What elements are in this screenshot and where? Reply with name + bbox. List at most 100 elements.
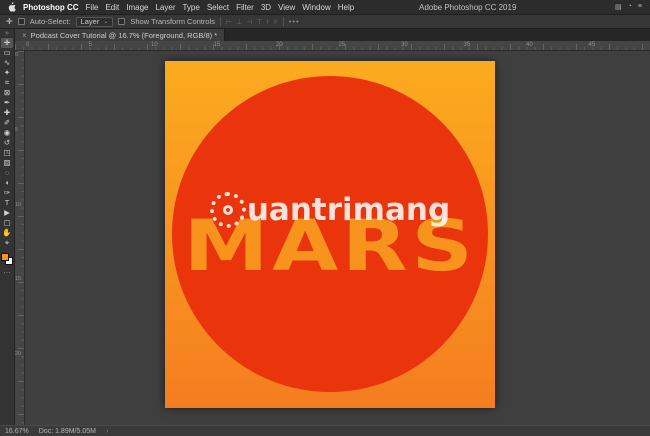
horizontal-ruler[interactable]: 051015202530354045 [15, 41, 650, 51]
type-tool[interactable]: T [1, 198, 13, 208]
gradient-tool[interactable]: ▨ [1, 158, 13, 168]
distribute-options-button[interactable]: ••• [289, 17, 300, 26]
status-bar: 16.67% Doc: 1.89M/5.05M › [0, 425, 650, 436]
auto-select-checkbox[interactable] [18, 18, 25, 25]
ruler-number: 40 [525, 41, 588, 50]
quantrimang-watermark: uantrimang [165, 192, 495, 228]
auto-select-target-dropdown[interactable]: Layer ⌄ [76, 17, 114, 27]
window-title: Adobe Photoshop CC 2019 [419, 3, 516, 12]
quick-selection-tool[interactable]: ✦ [1, 68, 13, 78]
tab-close-icon[interactable]: × [22, 31, 27, 40]
logo-inner-circle [223, 205, 233, 215]
menu-item[interactable]: Select [207, 3, 229, 12]
history-brush-tool[interactable]: ↺ [1, 138, 13, 148]
tool-bar: » ✛▭∿✦⌗⊠✒✚✐◉↺◳▨◌◖✑T▶▢✋⌖ ⋯ [0, 29, 15, 425]
quantrimang-logo-icon [210, 192, 246, 228]
ruler-number: 5 [88, 41, 151, 50]
watermark-text: uantrimang [247, 192, 450, 228]
menu-extra-icon[interactable]: ◔ [628, 3, 632, 11]
document-window: × Podcast Cover Tutorial @ 16.7% (Foregr… [15, 29, 650, 425]
zoom-level-field[interactable]: 16.67% [5, 428, 29, 435]
align-icon[interactable]: ⊧ [274, 18, 278, 26]
menu-item[interactable]: Edit [105, 3, 119, 12]
show-transform-label: Show Transform Controls [130, 17, 215, 26]
path-selection-tool[interactable]: ▶ [1, 208, 13, 218]
pen-tool[interactable]: ✑ [1, 188, 13, 198]
menu-item[interactable]: Window [302, 3, 330, 12]
show-transform-checkbox[interactable] [118, 18, 125, 25]
menu-extra-icon[interactable]: ≡ [638, 3, 642, 11]
eyedropper-tool[interactable]: ✒ [1, 98, 13, 108]
menu-item[interactable]: Filter [236, 3, 254, 12]
menu-bar: Photoshop CC File Edit Image Layer Type Selec… [0, 0, 650, 14]
menu-item[interactable]: Image [126, 3, 148, 12]
move-tool[interactable]: ✛ [1, 38, 13, 48]
doc-size-info: Doc: 1.89M/5.05M [39, 428, 96, 435]
align-icon[interactable]: ⊢ [226, 18, 232, 26]
menu-extras: ▤ ◔ ≡ [615, 3, 642, 11]
healing-brush-tool[interactable]: ✚ [1, 108, 13, 118]
ruler-number: 15 [15, 275, 24, 350]
frame-tool[interactable]: ⊠ [1, 88, 13, 98]
eraser-tool[interactable]: ◳ [1, 148, 13, 158]
current-tool-icon[interactable]: ✛ [6, 17, 13, 26]
color-swatches [1, 253, 13, 265]
document-canvas[interactable]: MARS uantrimang [165, 61, 495, 408]
options-divider [283, 17, 284, 26]
ruler-number: 30 [400, 41, 463, 50]
vertical-ruler-numbers: 05101520 [15, 51, 24, 425]
horizontal-ruler-numbers: 051015202530354045 [25, 41, 650, 50]
photoshop-window: Photoshop CC File Edit Image Layer Type Selec… [0, 0, 650, 436]
ruler-number: 10 [15, 201, 24, 276]
ruler-number: 20 [15, 350, 24, 425]
align-icon[interactable]: ⊦ [266, 18, 270, 26]
ruler-number: 45 [588, 41, 650, 50]
ruler-number: 0 [25, 41, 88, 50]
options-bar: ✛ Auto-Select: Layer ⌄ Show Transform Co… [0, 14, 650, 29]
document-tab[interactable]: × Podcast Cover Tutorial @ 16.7% (Foregr… [15, 29, 225, 41]
crop-tool[interactable]: ⌗ [1, 78, 13, 88]
align-icon[interactable]: ⊥ [236, 18, 242, 26]
menu-item[interactable]: Help [338, 3, 354, 12]
align-icon[interactable]: ⊣ [246, 18, 252, 26]
dodge-tool[interactable]: ◖ [1, 178, 13, 188]
align-icon[interactable]: ⊤ [256, 18, 262, 26]
menu-item[interactable]: 3D [261, 3, 271, 12]
workspace: » ✛▭∿✦⌗⊠✒✚✐◉↺◳▨◌◖✑T▶▢✋⌖ ⋯ × Podcast Cove… [0, 29, 650, 425]
canvas-area[interactable]: MARS uantrimang [25, 51, 650, 425]
ruler-number: 0 [15, 51, 24, 126]
main-area: » ✛▭∿✦⌗⊠✒✚✐◉↺◳▨◌◖✑T▶▢✋⌖ ⋯ × Podcast Cove… [0, 29, 650, 436]
zoom-tool[interactable]: ⌖ [1, 238, 13, 248]
menu-item[interactable]: Layer [155, 3, 175, 12]
app-menu[interactable]: Photoshop CC [23, 3, 79, 12]
lasso-tool[interactable]: ∿ [1, 58, 13, 68]
tab-title: Podcast Cover Tutorial @ 16.7% (Foregrou… [31, 31, 217, 40]
toolbar-collapse-button[interactable]: » [5, 30, 9, 38]
tools-list: ✛▭∿✦⌗⊠✒✚✐◉↺◳▨◌◖✑T▶▢✋⌖ [1, 38, 13, 248]
auto-select-value: Layer [81, 17, 100, 26]
edit-toolbar-button[interactable]: ⋯ [4, 269, 11, 277]
align-buttons: ⊢ ⊥ ⊣ ⊤ ⊦ ⊧ [226, 18, 278, 26]
ruler-number: 10 [150, 41, 213, 50]
ruler-number: 20 [275, 41, 338, 50]
shape-tool[interactable]: ▢ [1, 218, 13, 228]
ruler-number: 5 [15, 126, 24, 201]
vertical-ruler[interactable]: 05101520 [15, 51, 25, 425]
hand-tool[interactable]: ✋ [1, 228, 13, 238]
status-chevron-icon[interactable]: › [106, 428, 108, 435]
brush-tool[interactable]: ✐ [1, 118, 13, 128]
foreground-color-swatch[interactable] [1, 253, 9, 261]
menu-item[interactable]: File [86, 3, 99, 12]
options-divider [220, 17, 221, 26]
ruler-number: 35 [463, 41, 526, 50]
clone-stamp-tool[interactable]: ◉ [1, 128, 13, 138]
ruler-number: 15 [213, 41, 276, 50]
chevron-down-icon: ⌄ [103, 18, 108, 25]
menu-item[interactable]: Type [182, 3, 199, 12]
menu-item[interactable]: View [278, 3, 295, 12]
menu-extra-icon[interactable]: ▤ [615, 3, 622, 11]
menu-items: File Edit Image Layer Type Select Filter 3D View… [86, 3, 355, 12]
apple-menu-icon[interactable] [8, 2, 16, 12]
blur-tool[interactable]: ◌ [1, 168, 13, 178]
marquee-tool[interactable]: ▭ [1, 48, 13, 58]
